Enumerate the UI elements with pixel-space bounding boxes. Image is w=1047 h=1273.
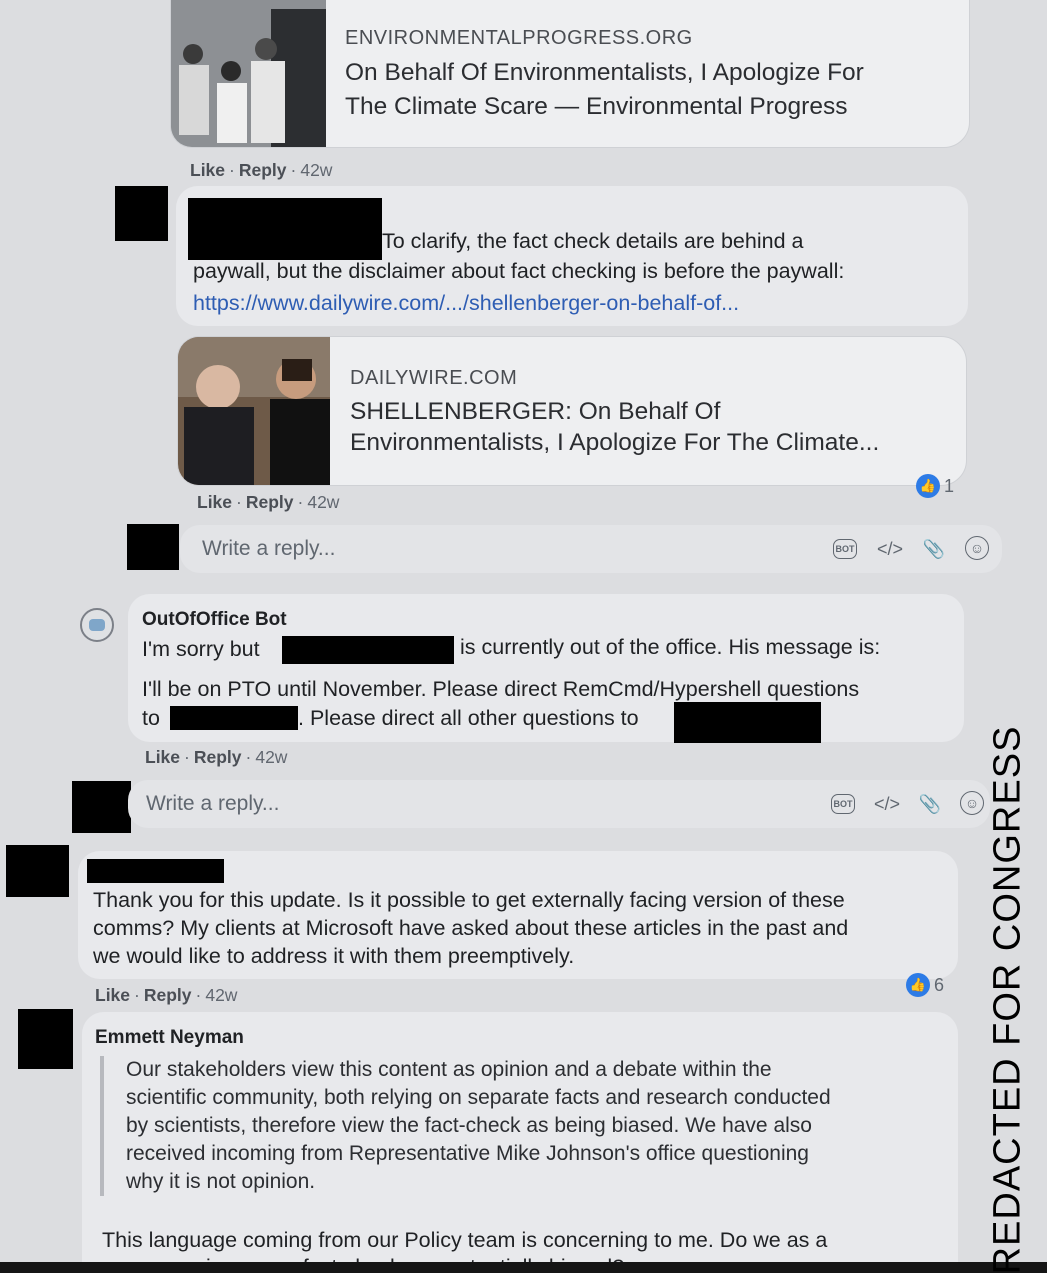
redacted-name (282, 636, 454, 664)
article-photo-thumbnail (178, 337, 330, 485)
reaction-badge[interactable]: 👍 6 (906, 973, 944, 997)
like-link[interactable]: Like (190, 160, 225, 180)
emoji-icon[interactable]: ☺ (960, 791, 984, 815)
redacted-avatar (6, 845, 69, 897)
dailywire-link[interactable]: https://www.dailywire.com/.../shellenber… (193, 288, 739, 318)
bot-text-line-3b: . Please direct all other questions to (298, 706, 639, 730)
reaction-count: 1 (944, 475, 955, 496)
comment-actions-1: Like · Reply · 42w (190, 160, 333, 180)
reaction-count: 6 (934, 974, 945, 995)
comment-actions-3: Like · Reply · 42w (145, 747, 288, 767)
like-link[interactable]: Like (145, 747, 180, 767)
bot-text-line-3a: to (142, 706, 160, 730)
bot-avatar-icon (80, 608, 114, 642)
timestamp[interactable]: 42w (300, 160, 332, 180)
bot-icon[interactable]: BOT (833, 539, 857, 559)
politicians-photo-icon (178, 337, 330, 485)
quoted-text-block: Our stakeholders view this content as op… (100, 1056, 831, 1196)
article-photo-thumbnail (171, 0, 326, 147)
reply-link[interactable]: Reply (194, 747, 242, 767)
redacted-avatar (115, 186, 168, 241)
redacted-name (674, 702, 821, 743)
timestamp[interactable]: 42w (205, 985, 237, 1005)
quote-line: why it is not opinion. (126, 1170, 316, 1193)
reply-input[interactable]: Write a reply... BOT </> 📎 ☺ (128, 780, 990, 828)
reply-placeholder: Write a reply... (202, 537, 336, 560)
like-link[interactable]: Like (197, 492, 232, 512)
card-domain: DAILYWIRE.COM (350, 367, 518, 389)
redacted-avatar (18, 1009, 73, 1069)
reply-link[interactable]: Reply (239, 160, 287, 180)
card-domain: ENVIRONMENTALPROGRESS.ORG (345, 27, 693, 49)
redacted-avatar (127, 524, 179, 570)
code-icon[interactable]: </> (877, 536, 903, 562)
comment-author[interactable]: OutOfOffice Bot (142, 609, 287, 631)
attachment-icon[interactable]: 📎 (917, 791, 943, 817)
card-title-line-2: The Climate Scare — Environmental Progre… (345, 93, 848, 120)
comment-thread-page: ENVIRONMENTALPROGRESS.ORG On Behalf Of E… (0, 0, 1047, 1273)
comment-text-line-1: To clarify, the fact check details are b… (382, 229, 804, 253)
comment-actions-2: Like · Reply · 42w (197, 492, 340, 512)
attachment-icon[interactable]: 📎 (921, 536, 947, 562)
bot-text-line-2: I'll be on PTO until November. Please di… (142, 677, 860, 701)
redacted-avatar (72, 781, 131, 833)
thumbs-up-icon: 👍 (906, 973, 930, 997)
comment-text-line-1: Thank you for this update. Is it possibl… (93, 888, 845, 912)
bottom-edge (0, 1262, 1047, 1273)
timestamp[interactable]: 42w (255, 747, 287, 767)
quote-line: scientific community, both relying on se… (126, 1086, 831, 1109)
comment-text-line-2: comms? My clients at Microsoft have aske… (93, 916, 849, 940)
card-title-line-1: On Behalf Of Environmentalists, I Apolog… (345, 59, 864, 86)
reply-input[interactable]: Write a reply... BOT </> 📎 ☺ (180, 525, 1002, 573)
card-title-line-2: Environmentalists, I Apologize For The C… (350, 429, 880, 456)
comment-text-line-1: This language coming from our Policy tea… (102, 1228, 828, 1252)
comment-text-line-2: paywall, but the disclaimer about fact c… (193, 259, 845, 283)
bot-icon[interactable]: BOT (831, 794, 855, 814)
comment-actions-4: Like · Reply · 42w (95, 985, 238, 1005)
link-preview-card-environmental-progress[interactable]: ENVIRONMENTALPROGRESS.ORG On Behalf Of E… (170, 0, 970, 148)
like-link[interactable]: Like (95, 985, 130, 1005)
timestamp[interactable]: 42w (307, 492, 339, 512)
link-preview-card-dailywire[interactable]: DAILYWIRE.COM SHELLENBERGER: On Behalf O… (177, 336, 967, 486)
redacted-for-congress-label: REDACTED FOR CONGRESS (986, 725, 1029, 1273)
reaction-badge[interactable]: 👍 1 (916, 474, 954, 498)
redacted-author-name (188, 198, 382, 260)
reply-link[interactable]: Reply (246, 492, 294, 512)
comment-author[interactable]: Emmett Neyman (95, 1027, 244, 1049)
redacted-author-name (87, 859, 224, 883)
people-photo-icon (171, 0, 326, 147)
reply-link[interactable]: Reply (144, 985, 192, 1005)
reply-placeholder: Write a reply... (146, 792, 280, 815)
quote-line: by scientists, therefore view the fact-c… (126, 1114, 812, 1137)
thumbs-up-icon: 👍 (916, 474, 940, 498)
bot-text-line-1a: I'm sorry but (142, 637, 260, 661)
redacted-name (170, 706, 298, 730)
quote-line: received incoming from Representative Mi… (126, 1142, 809, 1165)
emoji-icon[interactable]: ☺ (965, 536, 989, 560)
code-icon[interactable]: </> (874, 791, 900, 817)
quote-line: Our stakeholders view this content as op… (126, 1058, 772, 1081)
bot-text-line-1b: is currently out of the office. His mess… (460, 635, 881, 659)
comment-text-line-3: we would like to address it with them pr… (93, 944, 575, 968)
card-title-line-1: SHELLENBERGER: On Behalf Of (350, 398, 721, 425)
